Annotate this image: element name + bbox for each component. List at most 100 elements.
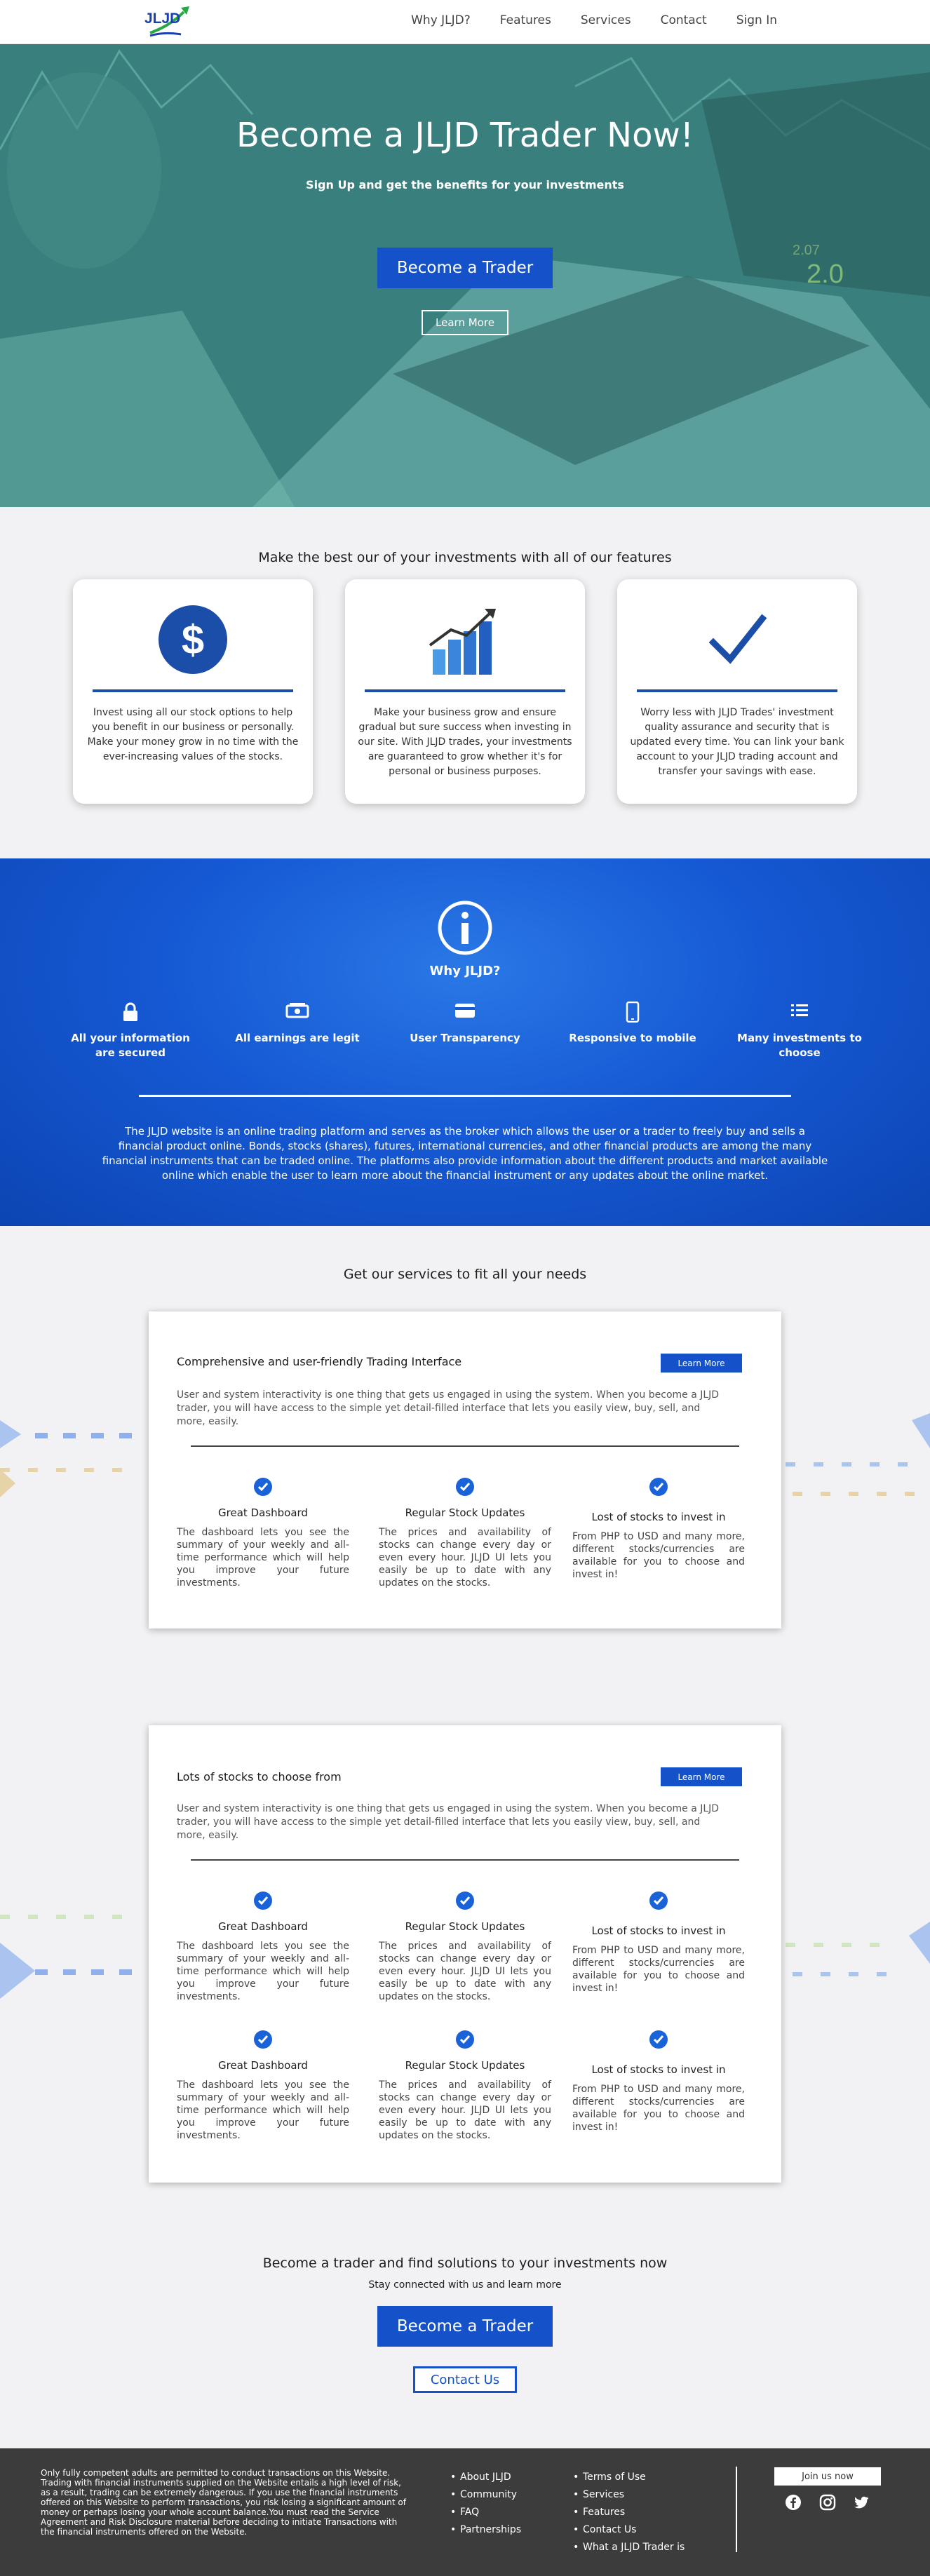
logo-text: JLJD [144, 11, 180, 27]
feature-card-grow: Make your business grow and ensure gradu… [345, 579, 585, 804]
check-circle-icon [456, 1891, 474, 1910]
footer-link-about[interactable]: About JLJD [450, 2469, 521, 2486]
why-item-label: Responsive to mobile [569, 1032, 696, 1044]
twitter-icon[interactable] [853, 2494, 870, 2511]
why-description: The JLJD website is an online trading pl… [102, 1125, 828, 1182]
facebook-icon[interactable] [785, 2494, 802, 2511]
service-card-trading-interface: Comprehensive and user-friendly Trading … [149, 1311, 781, 1628]
footer-link-faq[interactable]: FAQ [450, 2504, 521, 2521]
service-col-updates: Regular Stock Updates The prices and ava… [379, 1477, 551, 1589]
service-col-text: The dashboard lets you see the summary o… [177, 1941, 349, 2002]
hero-learn-more-button[interactable]: Learn More [422, 310, 508, 335]
card-icon [395, 1002, 535, 1025]
why-item-label: Many investments to choose [737, 1032, 862, 1059]
check-circle-icon [254, 1891, 272, 1910]
service-learn-more-button[interactable]: Learn More [661, 1354, 742, 1373]
growth-chart-icon [429, 609, 496, 675]
why-divider [139, 1095, 791, 1097]
become-trader-button[interactable]: Become a Trader [377, 248, 553, 288]
why-item-label: All earnings are legit [235, 1032, 360, 1044]
service-col-title: Great Dashboard [218, 1920, 308, 1933]
features-title: Make the best our of your investments wi… [258, 550, 672, 565]
service-col-text: The dashboard lets you see the summary o… [177, 2079, 349, 2141]
service-col-dashboard: Great Dashboard The dashboard lets you s… [177, 2030, 349, 2142]
why-item-secured: All your information are secured [60, 1002, 201, 1060]
service-col-title: Great Dashboard [218, 1506, 308, 1519]
nav-link-services[interactable]: Services [581, 13, 631, 27]
why-item-investments: Many investments to choose [729, 1002, 870, 1060]
feature-text: Worry less with JLJD Trades' investment … [630, 707, 844, 777]
footer-link-contact[interactable]: Contact Us [573, 2521, 685, 2539]
service-col-text: From PHP to USD and many more, different… [572, 1945, 745, 1994]
check-circle-icon [649, 1478, 668, 1496]
service-col-text: From PHP to USD and many more, different… [572, 1531, 745, 1580]
feature-divider [365, 689, 565, 692]
why-item-legit: All earnings are legit [227, 1002, 368, 1046]
service-col-updates: Regular Stock Updates The prices and ava… [379, 1891, 551, 2003]
mobile-icon [562, 1001, 703, 1025]
footer-link-partnerships[interactable]: Partnerships [450, 2521, 521, 2539]
nav-link-sign-in[interactable]: Sign In [736, 13, 777, 27]
feature-divider [637, 689, 837, 692]
service-col-dashboard: Great Dashboard The dashboard lets you s… [177, 1891, 349, 2003]
service-learn-more-button[interactable]: Learn More [661, 1767, 742, 1786]
footer-separator [736, 2467, 737, 2552]
instagram-icon[interactable] [819, 2494, 836, 2511]
info-icon [438, 901, 492, 955]
footer-link-community[interactable]: Community [450, 2486, 521, 2504]
money-icon [227, 1002, 368, 1025]
check-circle-icon [254, 2030, 272, 2049]
join-us-button[interactable]: Join us now [774, 2467, 881, 2486]
footer-link-features[interactable]: Features [573, 2504, 685, 2521]
feature-card-invest: $ Invest using all our stock options to … [73, 579, 313, 804]
cta-title: Become a trader and find solutions to yo… [262, 2255, 668, 2271]
service-col-stocks: Lost of stocks to invest in From PHP to … [572, 2030, 745, 2133]
service-col-title: Great Dashboard [218, 2059, 308, 2072]
contact-us-button[interactable]: Contact Us [413, 2366, 517, 2393]
service-card-paragraph: User and system interactivity is one thi… [177, 1803, 720, 1841]
feature-text: Make your business grow and ensure gradu… [358, 707, 572, 777]
hero-subtitle: Sign Up and get the benefits for your in… [306, 178, 624, 191]
nav-link-why[interactable]: Why JLJD? [411, 13, 471, 27]
lock-icon [60, 1002, 201, 1025]
check-circle-icon [254, 1478, 272, 1496]
nav-link-contact[interactable]: Contact [661, 13, 707, 27]
service-col-text: The dashboard lets you see the summary o… [177, 1527, 349, 1589]
why-item-label: All your information are secured [71, 1032, 190, 1059]
service-col-text: From PHP to USD and many more, different… [572, 2084, 745, 2133]
why-title: Why JLJD? [429, 964, 501, 978]
service-col-title: Regular Stock Updates [405, 1920, 525, 1933]
svg-text:$: $ [182, 617, 204, 663]
footer-links-secondary: Terms of Use Services Features Contact U… [573, 2469, 685, 2556]
service-col-stocks: Lost of stocks to invest in From PHP to … [572, 1891, 745, 1995]
service-col-text: The prices and availability of stocks ca… [379, 2079, 551, 2141]
footer-link-what-trader[interactable]: What a JLJD Trader is [573, 2539, 685, 2556]
service-card-paragraph: User and system interactivity is one thi… [177, 1389, 720, 1427]
check-circle-icon [456, 1478, 474, 1496]
footer-link-services[interactable]: Services [573, 2486, 685, 2504]
service-col-text: The prices and availability of stocks ca… [379, 1941, 551, 2002]
footer-link-terms[interactable]: Terms of Use [573, 2469, 685, 2486]
service-col-title: Regular Stock Updates [405, 1506, 525, 1519]
nav-link-features[interactable]: Features [500, 13, 551, 27]
service-card-heading: Comprehensive and user-friendly Trading … [177, 1355, 462, 1368]
feature-divider [93, 689, 293, 692]
services-title: Get our services to fit all your needs [343, 1267, 587, 1282]
checkmark-icon [708, 614, 767, 664]
service-col-text: The prices and availability of stocks ca… [379, 1527, 551, 1589]
check-circle-icon [456, 2030, 474, 2049]
why-item-mobile: Responsive to mobile [562, 1001, 703, 1046]
service-card-divider [191, 1859, 739, 1861]
service-card-heading: Lots of stocks to choose from [177, 1770, 342, 1783]
service-col-title: Lost of stocks to invest in [591, 2063, 726, 2076]
top-navbar: JLJD Why JLJD? Features Services Contact… [0, 0, 930, 44]
service-col-title: Regular Stock Updates [405, 2059, 525, 2072]
hero-title: Become a JLJD Trader Now! [236, 116, 694, 155]
nav-links: Why JLJD? Features Services Contact Sign… [411, 13, 777, 27]
check-circle-icon [649, 1891, 668, 1910]
list-icon [729, 1002, 870, 1025]
jljd-logo[interactable]: JLJD [140, 2, 196, 41]
cta-become-trader-button[interactable]: Become a Trader [377, 2306, 553, 2347]
service-card-stocks: Lots of stocks to choose from Learn More… [149, 1725, 781, 2183]
feature-card-security: Worry less with JLJD Trades' investment … [617, 579, 857, 804]
